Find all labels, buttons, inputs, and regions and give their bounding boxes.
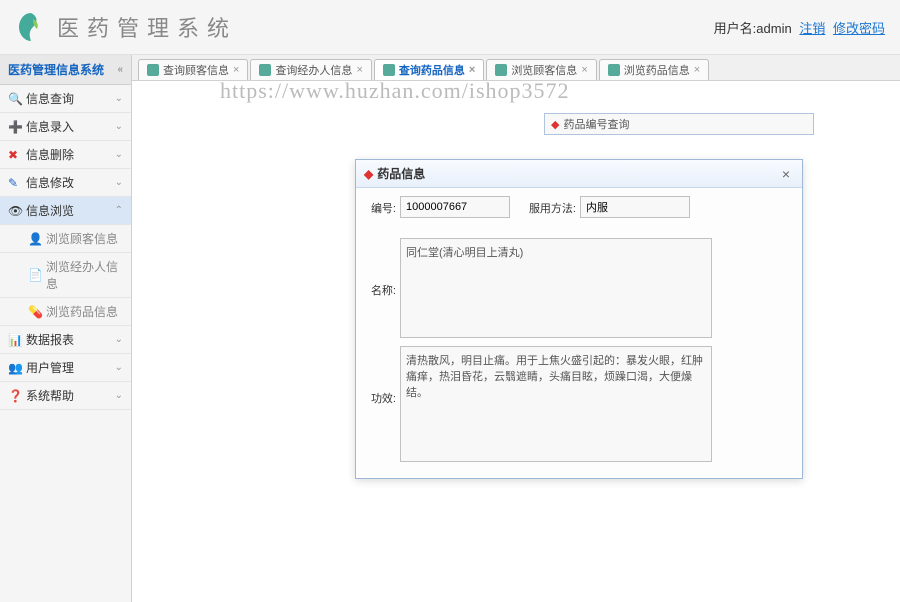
effect-label: 功效: [364, 346, 396, 406]
chevron-down-icon: ⌄ [115, 362, 123, 373]
chevron-down-icon: ⌄ [115, 390, 123, 401]
menu-info-query[interactable]: 🔍信息查询 ⌄ [0, 85, 131, 113]
chevron-down-icon: ⌄ [115, 121, 123, 132]
doc-icon: 📄 [28, 268, 42, 282]
user-info: 用户名:admin 注销 修改密码 [714, 18, 885, 37]
delete-icon: ✖ [8, 148, 22, 162]
user-icon: 👥 [8, 361, 22, 375]
username: admin [756, 21, 791, 36]
menu-info-edit[interactable]: ✎信息修改 ⌄ [0, 169, 131, 197]
logo-area: 医药管理系统 [15, 11, 237, 43]
tab-browse-medicine[interactable]: 浏览药品信息× [599, 59, 709, 80]
search-icon: 🔍 [8, 92, 22, 106]
logout-link[interactable]: 注销 [799, 21, 825, 36]
tab-query-operator[interactable]: 查询经办人信息× [250, 59, 371, 80]
tab-close-icon[interactable]: × [233, 64, 239, 76]
chevron-up-icon: ⌃ [115, 205, 123, 216]
help-icon: ❓ [8, 389, 22, 403]
usage-input[interactable] [580, 196, 690, 218]
menu-data-report[interactable]: 📊数据报表 ⌄ [0, 326, 131, 354]
report-icon: 📊 [8, 333, 22, 347]
tab-icon [259, 64, 271, 76]
person-icon: 👤 [28, 232, 42, 246]
medicine-info-dialog: ◆药品信息 × 编号: 服用方法: [355, 159, 803, 479]
usage-label: 服用方法: [526, 196, 576, 216]
tab-close-icon[interactable]: × [469, 64, 475, 76]
chevron-down-icon: ⌄ [115, 93, 123, 104]
submenu-browse-customer[interactable]: 👤浏览顾客信息 [0, 225, 131, 253]
submenu-browse-medicine[interactable]: 💊浏览药品信息 [0, 298, 131, 326]
id-label: 编号: [364, 196, 396, 216]
id-input[interactable] [400, 196, 510, 218]
panel-icon: ◆ [551, 118, 559, 131]
tab-query-customer[interactable]: 查询顾客信息× [138, 59, 248, 80]
sidebar-title: 医药管理信息系统 « [0, 55, 131, 85]
tab-query-medicine[interactable]: 查询药品信息× [374, 59, 484, 80]
browse-icon: 👁 [8, 204, 22, 218]
user-label: 用户名: [714, 21, 757, 36]
change-password-link[interactable]: 修改密码 [833, 21, 885, 36]
name-textarea[interactable] [400, 238, 712, 338]
name-label: 名称: [364, 238, 396, 298]
tab-icon [147, 64, 159, 76]
pill-icon: 💊 [28, 305, 42, 319]
dialog-close-button[interactable]: × [778, 166, 794, 182]
tab-icon [495, 64, 507, 76]
chevron-down-icon: ⌄ [115, 149, 123, 160]
menu-info-browse[interactable]: 👁信息浏览 ⌃ [0, 197, 131, 225]
tab-close-icon[interactable]: × [694, 64, 700, 76]
sidebar: 医药管理信息系统 « 🔍信息查询 ⌄ ➕信息录入 ⌄ ✖信息删除 ⌄ ✎信息修改… [0, 55, 132, 602]
tab-close-icon[interactable]: × [581, 64, 587, 76]
app-header: 医药管理系统 用户名:admin 注销 修改密码 [0, 0, 900, 55]
system-title: 医药管理系统 [57, 11, 237, 43]
submenu-browse-operator[interactable]: 📄浏览经办人信息 [0, 253, 131, 298]
tabs-bar: 查询顾客信息× 查询经办人信息× 查询药品信息× 浏览顾客信息× 浏览药品信息× [132, 55, 900, 81]
dialog-header[interactable]: ◆药品信息 × [356, 160, 802, 188]
add-icon: ➕ [8, 120, 22, 134]
menu-system-help[interactable]: ❓系统帮助 ⌄ [0, 382, 131, 410]
edit-icon: ✎ [8, 176, 22, 190]
query-panel-header: ◆ 药品编号查询 [544, 113, 814, 135]
content-body: ◆ 药品编号查询 ◆药品信息 × 编号: 服用方法: [132, 81, 900, 601]
menu-user-manage[interactable]: 👥用户管理 ⌄ [0, 354, 131, 382]
logo-icon [15, 11, 47, 43]
chevron-down-icon: ⌄ [115, 177, 123, 188]
effect-textarea[interactable] [400, 346, 712, 462]
tab-browse-customer[interactable]: 浏览顾客信息× [486, 59, 596, 80]
tab-icon [383, 64, 395, 76]
menu-info-delete[interactable]: ✖信息删除 ⌄ [0, 141, 131, 169]
dialog-body: 编号: 服用方法: 名称: 功效: [356, 188, 802, 476]
chevron-down-icon: ⌄ [115, 334, 123, 345]
dialog-icon: ◆ [364, 167, 373, 181]
content-area: 查询顾客信息× 查询经办人信息× 查询药品信息× 浏览顾客信息× 浏览药品信息×… [132, 55, 900, 602]
tab-close-icon[interactable]: × [356, 64, 362, 76]
menu-info-entry[interactable]: ➕信息录入 ⌄ [0, 113, 131, 141]
tab-icon [608, 64, 620, 76]
chevron-icon: « [117, 64, 123, 75]
